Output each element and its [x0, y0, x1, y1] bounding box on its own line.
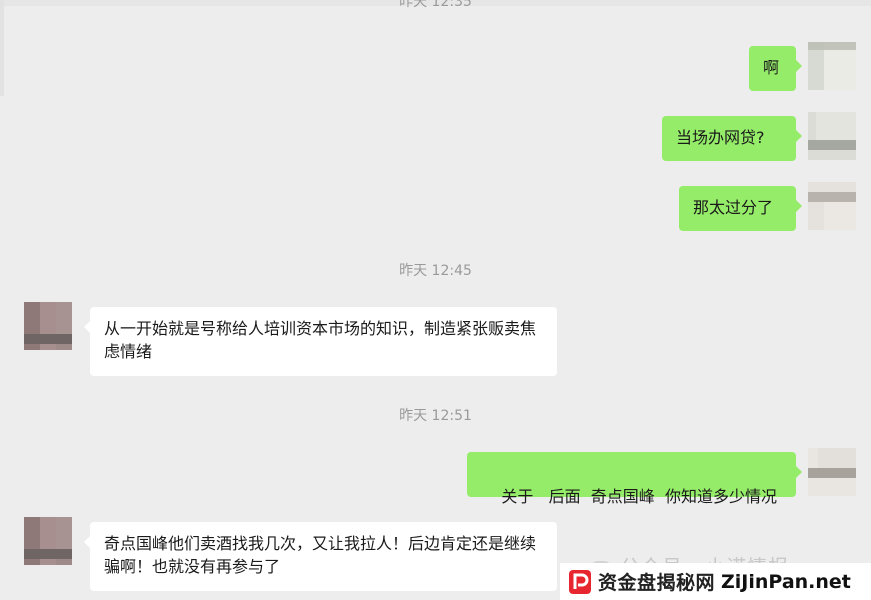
self-avatar[interactable]: [808, 42, 856, 90]
message-text: 那太过分了: [693, 198, 774, 217]
message-text: 奇点国峰他们卖酒找我几次，又让我拉人！后边肯定还是继续骗啊！也就没有再参与了: [104, 534, 537, 576]
timestamp: 昨天 12:45: [399, 263, 472, 279]
message-bubble-out[interactable]: 当场办网贷?: [662, 116, 802, 161]
message-bubble-in[interactable]: 奇点国峰他们卖酒找我几次，又让我拉人！后边肯定还是继续骗啊！也就没有再参与了: [84, 522, 557, 591]
message-text: 关于 后面 奇点国峰 你知道多少情况: [501, 487, 777, 506]
brand-name-cn: 资金盘揭秘网: [598, 572, 716, 594]
message-text: 啊: [763, 58, 780, 77]
self-avatar[interactable]: [808, 112, 856, 160]
brand-banner: 资金盘揭秘网 ZiJinPan.net: [560, 563, 871, 600]
message-bubble-out[interactable]: 那太过分了: [679, 186, 802, 231]
window-edge: [0, 0, 4, 96]
chat-window: 昨天 12:35 啊 当场办网贷? 那太过分了 昨天 12:45 从一开始就是号…: [0, 0, 871, 600]
message-bubble-in[interactable]: 从一开始就是号称给人培训资本市场的知识，制造紧张贩卖焦虑情绪: [84, 307, 557, 376]
brand-logo-icon: [568, 569, 592, 595]
brand-name-en: ZiJinPan.net: [721, 570, 851, 593]
contact-avatar[interactable]: [24, 302, 72, 350]
message-bubble-out[interactable]: 关于 后面 奇点国峰 你知道多少情况: [467, 452, 802, 506]
timestamp-top: 昨天 12:35: [399, 0, 472, 10]
message-text: 当场办网贷?: [676, 128, 765, 147]
timestamp: 昨天 12:51: [399, 408, 472, 424]
message-text: 从一开始就是号称给人培训资本市场的知识，制造紧张贩卖焦虑情绪: [104, 319, 537, 361]
message-bubble-out[interactable]: 啊: [749, 46, 802, 91]
self-avatar[interactable]: [808, 448, 856, 496]
contact-avatar[interactable]: [24, 517, 72, 565]
self-avatar[interactable]: [808, 182, 856, 230]
